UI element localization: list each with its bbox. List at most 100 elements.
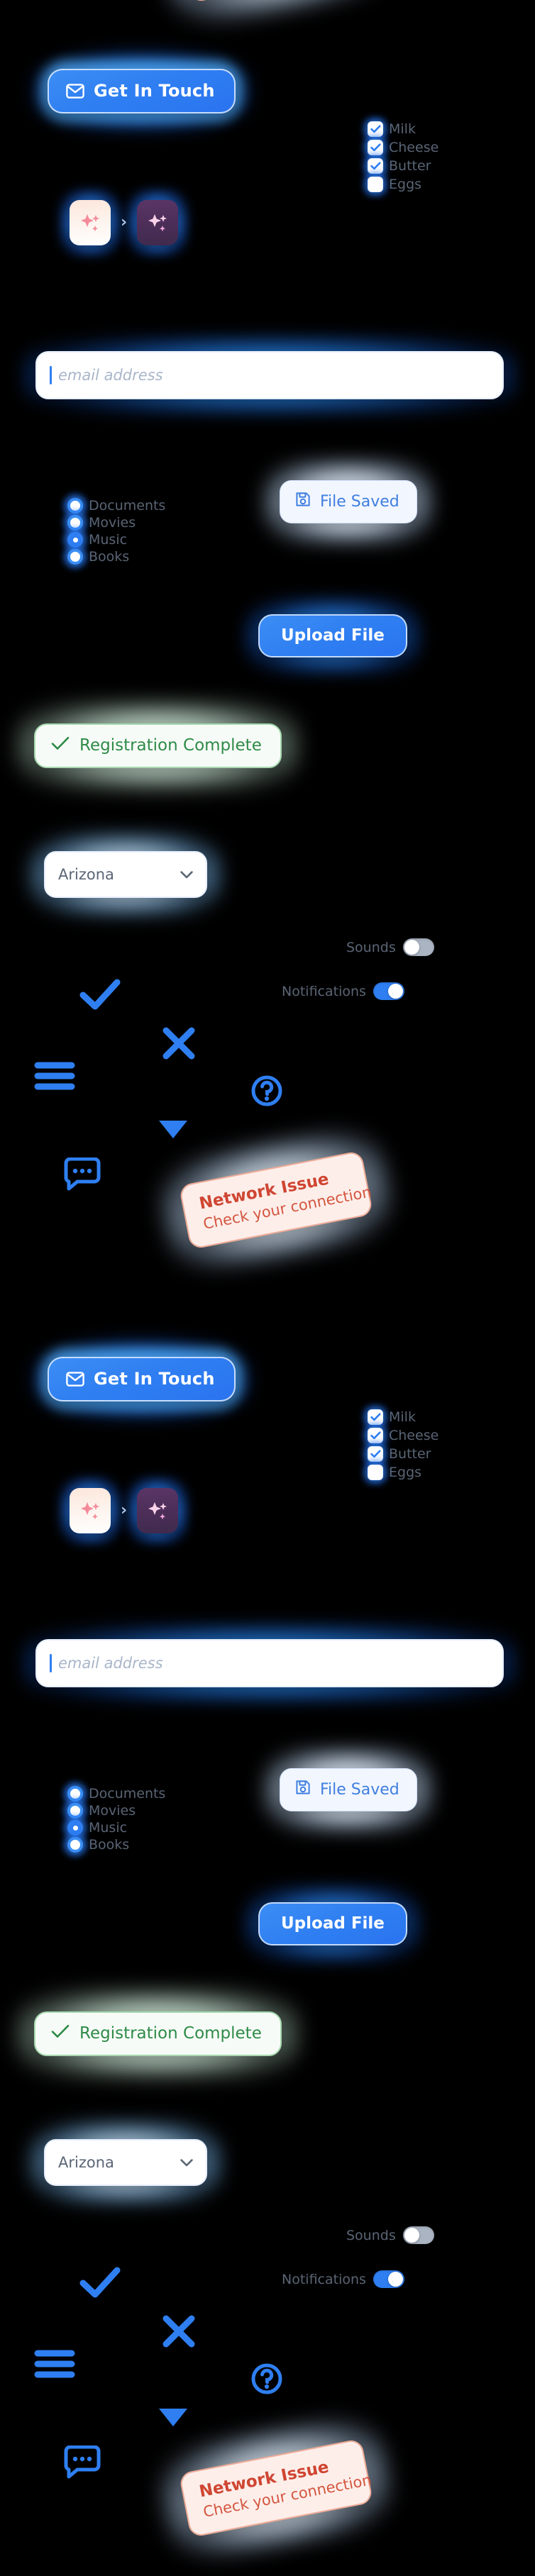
button-label: Upload File xyxy=(258,614,407,657)
check-icon xyxy=(370,1450,380,1458)
chat-bubble-icon[interactable] xyxy=(62,2445,102,2482)
check-icon xyxy=(370,143,380,151)
toggle-row-notifications[interactable]: Notifications xyxy=(282,2270,404,2288)
email-input[interactable]: email address xyxy=(23,1623,517,1703)
sparkle-dark-button[interactable] xyxy=(127,189,189,256)
hamburger-menu-icon[interactable] xyxy=(34,1060,75,1095)
checkbox-item-eggs[interactable]: Eggs xyxy=(363,1459,439,1485)
file-saved-panel[interactable]: File Saved xyxy=(263,459,434,545)
toast-glow xyxy=(153,0,399,33)
toggle-row-sounds[interactable]: Sounds xyxy=(346,938,434,956)
close-icon[interactable] xyxy=(162,1026,196,1063)
checkbox-item-eggs[interactable]: Eggs xyxy=(363,171,439,197)
upload-file-button[interactable]: Upload File xyxy=(244,597,421,674)
save-icon xyxy=(294,491,311,512)
checkbox-eggs[interactable] xyxy=(363,171,388,197)
radio-books[interactable] xyxy=(62,544,88,570)
registration-complete-panel: Registration Complete xyxy=(16,1989,300,2079)
get-in-touch-button[interactable]: Get In Touch xyxy=(32,1338,251,1420)
checkbox-box xyxy=(368,1464,383,1480)
checkbox-label: Butter xyxy=(389,1445,431,1462)
caret-down-icon[interactable] xyxy=(156,1118,190,1143)
chevron-right-icon: › xyxy=(121,213,128,231)
get-in-touch-button[interactable]: Get In Touch xyxy=(32,50,251,132)
close-icon[interactable] xyxy=(162,2314,196,2351)
check-icon xyxy=(51,736,70,755)
toggle-label: Notifications xyxy=(282,983,366,999)
button-label: Get In Touch xyxy=(94,81,215,101)
network-issue-toast-partial[interactable]: Network Issue Check your connection xyxy=(153,0,399,33)
save-icon xyxy=(294,1779,311,1800)
envelope-icon xyxy=(66,1371,84,1387)
sparkles-icon-light xyxy=(70,1488,111,1533)
toggle-label: Notifications xyxy=(282,2271,366,2287)
help-circle-icon[interactable] xyxy=(250,2362,284,2399)
button-body: Get In Touch xyxy=(48,1357,236,1401)
email-placeholder: email address xyxy=(58,1655,163,1672)
file-saved-label: File Saved xyxy=(320,1780,399,1799)
check-icon xyxy=(370,1413,380,1421)
sparkle-icon-pair: › xyxy=(60,1477,189,1544)
checkbox-label: Milk xyxy=(389,1409,416,1425)
radio-label: Documents xyxy=(89,1786,166,1801)
sparkle-light-button[interactable] xyxy=(60,189,121,256)
file-saved-panel[interactable]: File Saved xyxy=(263,1747,434,1833)
toggle-switch-notifications[interactable] xyxy=(373,982,404,1000)
toggle-row-notifications[interactable]: Notifications xyxy=(282,982,404,1000)
state-select[interactable]: Arizona xyxy=(28,2121,223,2204)
toggle-row-sounds[interactable]: Sounds xyxy=(346,2226,434,2244)
radio-label: Books xyxy=(89,549,130,565)
email-placeholder: email address xyxy=(58,367,163,384)
email-input[interactable]: email address xyxy=(23,335,517,415)
registration-complete-panel: Registration Complete xyxy=(16,701,300,791)
radio-group: Documents Movies Music Books xyxy=(62,1781,166,1858)
button-body: Get In Touch xyxy=(48,69,236,113)
toggle-knob xyxy=(404,940,419,955)
panel-body: Registration Complete xyxy=(34,2011,282,2056)
checkbox-group: Milk Cheese Butter Eggs xyxy=(363,116,439,197)
toggle-label: Sounds xyxy=(346,2227,396,2243)
sparkle-dark-button[interactable] xyxy=(127,1477,189,1544)
toggle-switch-sounds[interactable] xyxy=(402,938,434,956)
toggle-switch-sounds[interactable] xyxy=(402,2226,434,2244)
check-icon[interactable] xyxy=(79,979,121,1013)
sparkle-light-button[interactable] xyxy=(60,1477,121,1544)
caret-down-icon[interactable] xyxy=(156,2406,190,2431)
radio-books[interactable] xyxy=(62,1832,88,1858)
hamburger-menu-icon[interactable] xyxy=(34,2348,75,2383)
button-label: Get In Touch xyxy=(94,1369,215,1389)
check-icon[interactable] xyxy=(79,2267,121,2301)
network-issue-toast[interactable]: Network Issue Check your connection xyxy=(153,1121,399,1279)
panel-body: File Saved xyxy=(280,480,417,523)
button-label: Upload File xyxy=(258,1902,407,1945)
sparkle-icon-pair: › xyxy=(60,189,189,256)
toggle-knob xyxy=(387,984,403,999)
network-issue-toast[interactable]: Network Issue Check your connection xyxy=(153,2409,399,2567)
panel-body: Registration Complete xyxy=(34,723,282,768)
sparkles-icon-light xyxy=(70,200,111,245)
help-circle-icon[interactable] xyxy=(250,1074,284,1111)
checkbox-label: Butter xyxy=(389,157,431,174)
select-value: Arizona xyxy=(58,866,114,883)
chat-bubble-icon[interactable] xyxy=(62,1157,102,1194)
input-body: email address xyxy=(35,1639,504,1687)
checkbox-label: Cheese xyxy=(389,139,439,155)
panel-body: File Saved xyxy=(280,1768,417,1811)
checkbox-box xyxy=(368,176,383,192)
upload-file-button[interactable]: Upload File xyxy=(244,1885,421,1962)
radio-item-books[interactable]: Books xyxy=(62,544,165,570)
toggle-label: Sounds xyxy=(346,939,396,955)
check-icon xyxy=(51,2024,70,2043)
toggle-switch-notifications[interactable] xyxy=(373,2270,404,2288)
checkbox-label: Cheese xyxy=(389,1427,439,1443)
check-icon xyxy=(370,125,380,133)
sparkles-icon-dark xyxy=(137,200,179,245)
registration-label: Registration Complete xyxy=(79,2024,262,2043)
text-caret xyxy=(50,366,52,384)
radio-label: Books xyxy=(89,1837,130,1853)
radio-label: Music xyxy=(89,1820,128,1836)
radio-dot xyxy=(67,549,83,565)
radio-item-books[interactable]: Books xyxy=(62,1832,165,1858)
checkbox-eggs[interactable] xyxy=(363,1459,388,1485)
state-select[interactable]: Arizona xyxy=(28,833,223,916)
